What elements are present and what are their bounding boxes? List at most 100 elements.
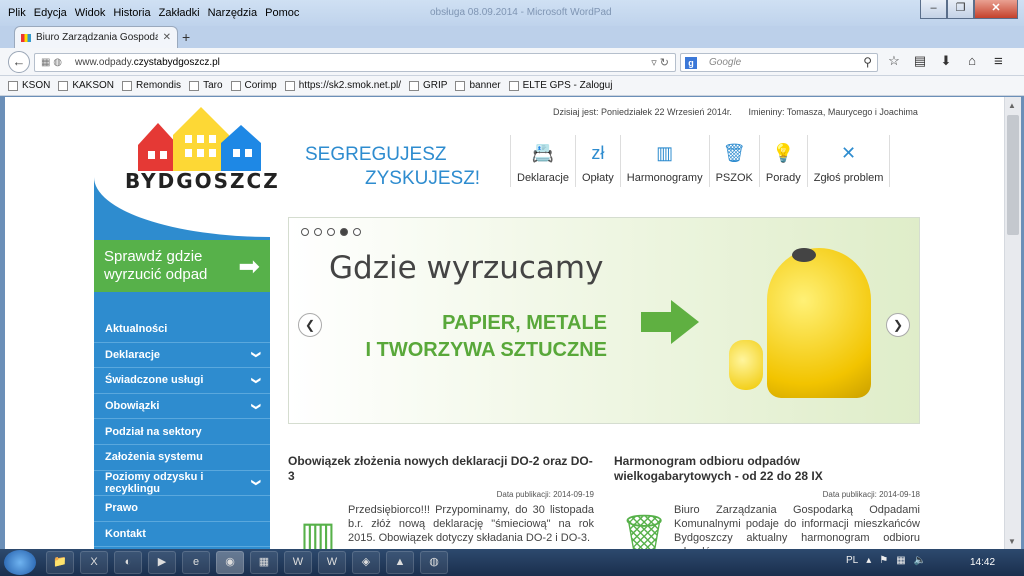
taskbar-ie[interactable]: e [182,551,210,574]
news-title[interactable]: Obowiązek złożenia nowych deklaracji DO-… [288,454,594,484]
taskbar-explorer[interactable]: 📁 [46,551,74,574]
google-engine-icon[interactable]: g [685,57,697,69]
menu-historia[interactable]: Historia [113,7,150,19]
menu-narzedzia[interactable]: Narzędzia [208,7,258,19]
identity-icon[interactable]: ▦ ◍ [41,57,62,68]
tray-arrow-icon[interactable]: ▴ [866,555,871,566]
flag-icon[interactable]: ⚑ [879,555,888,566]
nav-label: Zgłoś problem [813,172,884,184]
bookmark-icon [58,80,69,91]
sidebar-item-prawo[interactable]: Prawo [94,496,270,522]
taskbar-firefox[interactable]: ◉ [216,551,244,574]
scroll-thumb[interactable] [1007,115,1019,235]
slider-dots [301,228,361,236]
close-window-button[interactable]: ✕ [974,0,1018,19]
menu-pomoc[interactable]: Pomoc [265,7,299,19]
trash-can-icon: 🗑 [722,143,746,163]
taskbar-media[interactable]: ▶ [148,551,176,574]
nav-deklaracje[interactable]: 📇 Deklaracje [510,135,575,187]
nav-pszok[interactable]: 🗑 PSZOK [708,135,759,187]
hamburger-menu-icon[interactable]: ≡ [994,53,1003,70]
bookmark-item[interactable]: Corimp [230,80,277,91]
slider-prev-button[interactable]: ❮ [298,313,322,337]
taskbar-app[interactable]: ◈ [352,551,380,574]
page-scrollbar[interactable]: ▲ ▼ [1004,97,1021,549]
chevron-down-icon: ❯ [251,376,262,385]
nav-oplaty[interactable]: zł Opłaty [574,135,620,187]
menu-zakladki[interactable]: Zakładki [159,7,200,19]
slider-dot[interactable] [327,228,335,236]
check-waste-button[interactable]: Sprawdź gdzie wyrzucić odpad ➡ [94,240,270,292]
taskbar-app[interactable]: ◍ [420,551,448,574]
url-bar[interactable]: ▦ ◍ www.odpady.czystabydgoszcz.pl ▿ ↻ [34,53,676,72]
bookmark-item[interactable]: https://sk2.smok.net.pl/ [284,80,401,91]
bookmark-item[interactable]: KAKSON [58,80,114,91]
bookmark-item[interactable]: KSON [8,80,50,91]
tab-active[interactable]: Biuro Zarządzania Gospoda... ✕ [14,26,178,48]
sidebar-item-recykling[interactable]: Poziomy odzysku i recyklingu ❯ [94,471,270,497]
scroll-up-icon[interactable]: ▲ [1008,101,1016,110]
menu-edycja[interactable]: Edycja [34,7,67,19]
slider-dot-active[interactable] [340,228,348,236]
news-title[interactable]: Harmonogram odbioru odpadów wielkogabary… [614,454,920,484]
scroll-down-icon[interactable]: ▼ [1008,537,1016,546]
search-box[interactable]: g Google ⚲ [680,53,878,72]
taskbar-word[interactable]: W [284,551,312,574]
slider-dot[interactable] [353,228,361,236]
sidebar-item-obowiazki[interactable]: Obowiązki ❯ [94,394,270,420]
nav-label: Harmonogramy [626,172,703,184]
nav-label: Deklaracje [517,172,569,184]
network-icon[interactable]: ▦ [896,555,905,566]
taskbar-app[interactable]: ▦ [250,551,278,574]
slider-next-button[interactable]: ❯ [886,313,910,337]
back-button[interactable]: ← [8,51,30,73]
bookmark-item[interactable]: Remondis [122,80,181,91]
bookmark-icon [230,80,241,91]
bookmarks-list-icon[interactable]: ▤ [912,53,928,69]
sidebar-item-kontakt[interactable]: Kontakt [94,522,270,548]
sidebar-item-deklaracje[interactable]: Deklaracje ❯ [94,343,270,369]
maximize-button[interactable]: ❐ [947,0,974,19]
taskbar-app[interactable]: ◐ [114,551,142,574]
trash-can-icon: 🗑 [619,514,669,549]
bookmark-item[interactable]: banner [455,80,501,91]
nav-zglos-problem[interactable]: ✕ Zgłoś problem [806,135,891,187]
home-icon[interactable]: ⌂ [964,53,980,69]
taskbar-excel[interactable]: X [80,551,108,574]
taskbar-apps: 📁 X ◐ ▶ e ◉ ▦ W W ◈ ▲ ◍ [46,551,448,574]
reload-icon[interactable]: ▿ ↻ [651,56,669,69]
menu-plik[interactable]: Plik [8,7,26,19]
tab-title: Biuro Zarządzania Gospoda... [36,32,158,43]
logo-houses-icon[interactable] [133,105,263,173]
yellow-bin-image [767,248,871,398]
slider-dot[interactable] [301,228,309,236]
menu-widok[interactable]: Widok [75,7,106,19]
bookmark-item[interactable]: Taro [189,80,223,91]
web-page: Dzisiaj jest: Poniedziałek 22 Wrzesień 2… [5,97,1004,549]
nav-harmonogramy[interactable]: ▥ Harmonogramy [619,135,709,187]
bookmark-item[interactable]: ELTE GPS - Zaloguj [508,80,612,91]
bookmark-item[interactable]: GRIP [409,80,447,91]
sidebar-item-uslugi[interactable]: Świadczone usługi ❯ [94,368,270,394]
minimize-button[interactable]: – [920,0,947,19]
taskbar-acrobat[interactable]: ▲ [386,551,414,574]
search-icon[interactable]: ⚲ [863,55,872,69]
taskbar-wordpad[interactable]: W [318,551,346,574]
top-navigation: 📇 Deklaracje zł Opłaty ▥ Harmonogramy 🗑 … [510,135,891,187]
tab-close-icon[interactable]: ✕ [163,32,171,43]
nav-label: PSZOK [715,172,753,184]
date-line: Dzisiaj jest: Poniedziałek 22 Wrzesień 2… [553,107,932,117]
sidebar-item-aktualnosci[interactable]: Aktualności [94,317,270,343]
language-indicator[interactable]: PL [846,555,858,566]
sidebar-item-zalozenia[interactable]: Założenia systemu [94,445,270,471]
logo-text[interactable]: BYDGOSZCZ [125,169,280,193]
sidebar-item-sektory[interactable]: Podział na sektory [94,419,270,445]
clock[interactable]: 14:42 [970,557,995,568]
nav-porady[interactable]: 💡 Porady [758,135,807,187]
bookmark-star-icon[interactable]: ☆ [886,53,902,69]
start-button[interactable] [4,550,36,575]
downloads-icon[interactable]: ⬇ [938,53,954,69]
new-tab-button[interactable]: + [182,29,190,45]
volume-icon[interactable]: 🔈 [914,555,926,566]
slider-dot[interactable] [314,228,322,236]
